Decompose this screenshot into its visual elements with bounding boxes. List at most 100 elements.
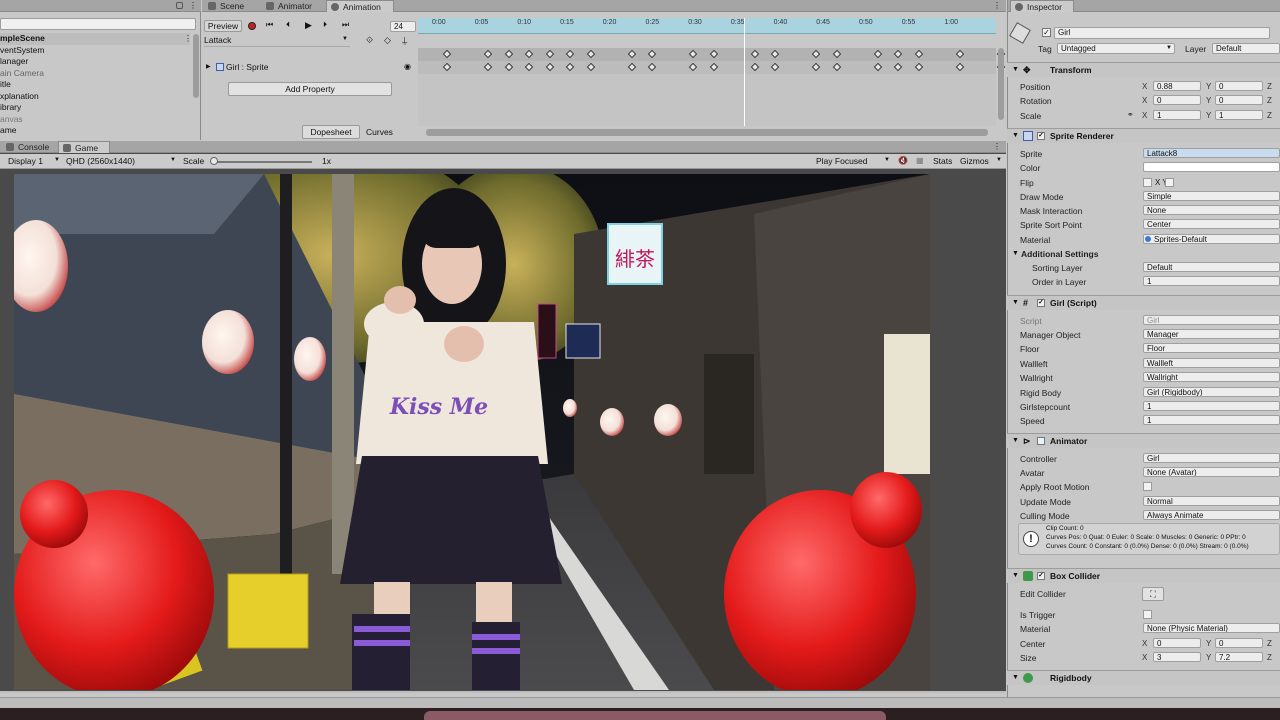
keyframe[interactable] bbox=[873, 49, 882, 59]
sort-point-dropdown[interactable]: Center bbox=[1143, 219, 1280, 229]
size-y-field[interactable]: 7.2 bbox=[1215, 652, 1263, 662]
add-property-button[interactable]: Add Property bbox=[228, 82, 392, 96]
keyframe[interactable] bbox=[770, 49, 780, 59]
keyframe[interactable] bbox=[688, 62, 698, 72]
rigid-body-field[interactable]: Girl (Rigidbody) bbox=[1143, 387, 1280, 397]
frame-field[interactable]: 24 bbox=[390, 21, 416, 32]
sprite-renderer-header[interactable]: ▼ ✓ Sprite Renderer bbox=[1007, 128, 1280, 143]
enabled-checkbox[interactable] bbox=[1037, 437, 1045, 445]
keyframe[interactable] bbox=[586, 62, 595, 72]
edit-collider-button[interactable]: ⛶ bbox=[1142, 587, 1164, 601]
keyframe[interactable] bbox=[709, 62, 718, 72]
hierarchy-item[interactable]: anvas bbox=[0, 114, 190, 126]
play-icon[interactable]: ▶ bbox=[305, 20, 312, 31]
scale-y-field[interactable]: 1 bbox=[1215, 110, 1263, 120]
keyframe[interactable] bbox=[873, 62, 882, 72]
keyframe[interactable] bbox=[504, 62, 513, 72]
add-event-icon[interactable]: ◇ bbox=[384, 35, 391, 46]
keyframe[interactable] bbox=[893, 49, 903, 59]
keyframe[interactable] bbox=[832, 62, 841, 72]
keyframe[interactable] bbox=[524, 62, 534, 72]
collapse-arrow-icon[interactable]: ▼ bbox=[1012, 674, 1019, 681]
keyframe[interactable] bbox=[627, 49, 636, 59]
last-key-icon[interactable]: ⏭ bbox=[342, 20, 349, 30]
rotation-y-field[interactable]: 0 bbox=[1215, 95, 1263, 105]
collapse-arrow-icon[interactable]: ▼ bbox=[1012, 572, 1019, 579]
dopesheet-tab[interactable]: Dopesheet bbox=[302, 125, 360, 139]
keyframe[interactable] bbox=[750, 49, 759, 59]
display-dropdown[interactable]: Display 1 bbox=[8, 156, 43, 166]
keyframe[interactable] bbox=[565, 62, 575, 72]
keyframe[interactable] bbox=[627, 62, 636, 72]
stats-button[interactable]: Stats bbox=[933, 156, 952, 166]
object-name-field[interactable]: Girl bbox=[1054, 27, 1270, 39]
culling-mode-dropdown[interactable]: Always Animate bbox=[1143, 510, 1280, 520]
tab-animation[interactable]: Animation bbox=[326, 0, 394, 12]
timeline-hscrollbar[interactable] bbox=[426, 129, 988, 136]
floor-field[interactable]: Floor bbox=[1143, 343, 1280, 353]
apply-root-motion-checkbox[interactable] bbox=[1143, 482, 1152, 491]
link-icon[interactable]: ⚭ bbox=[1127, 110, 1134, 119]
play-mode-dropdown[interactable]: Play Focused bbox=[816, 156, 868, 166]
keyframe[interactable] bbox=[811, 49, 821, 59]
tab-inspector[interactable]: Inspector bbox=[1010, 0, 1074, 12]
gizmos-button[interactable]: Gizmos bbox=[960, 156, 989, 166]
shortcut-icon[interactable]: ▦ bbox=[916, 156, 924, 165]
keyframe[interactable] bbox=[545, 49, 554, 59]
tab-console[interactable]: Console bbox=[2, 141, 53, 153]
keyframe[interactable] bbox=[709, 49, 718, 59]
lock-icon[interactable] bbox=[176, 2, 183, 9]
keyframe[interactable] bbox=[914, 62, 923, 72]
girlstepcount-field[interactable]: 1 bbox=[1143, 401, 1280, 411]
flip-x-checkbox[interactable] bbox=[1143, 178, 1152, 187]
hierarchy-item[interactable]: xplanation bbox=[0, 91, 190, 103]
menu-icon[interactable]: ⋮ bbox=[184, 34, 192, 43]
material-field[interactable]: Sprites-Default bbox=[1143, 234, 1280, 244]
order-in-layer-field[interactable]: 1 bbox=[1143, 276, 1280, 286]
color-field[interactable] bbox=[1143, 162, 1280, 172]
property-row[interactable]: ▶ Girl : Sprite ◉ bbox=[204, 61, 416, 74]
center-y-field[interactable]: 0 bbox=[1215, 638, 1263, 648]
menu-icon[interactable]: ⋮ bbox=[189, 1, 197, 10]
collapse-arrow-icon[interactable]: ▼ bbox=[1012, 437, 1019, 444]
expand-arrow-icon[interactable]: ▶ bbox=[206, 63, 211, 70]
hierarchy-item[interactable]: itle bbox=[0, 79, 190, 91]
preview-button[interactable]: Preview bbox=[204, 20, 242, 32]
manager-object-field[interactable]: Manager bbox=[1143, 329, 1280, 339]
rotation-x-field[interactable]: 0 bbox=[1153, 95, 1201, 105]
hierarchy-item[interactable]: lanager bbox=[0, 56, 190, 68]
girl-script-header[interactable]: ▼ # ✓ Girl (Script) bbox=[1007, 295, 1280, 310]
game-render[interactable]: 緋茶 Kiss Me bbox=[14, 174, 930, 690]
hierarchy-item[interactable]: ventSystem bbox=[0, 45, 190, 57]
avatar-field[interactable]: None (Avatar) bbox=[1143, 467, 1280, 477]
keyframe[interactable] bbox=[442, 49, 452, 59]
keyframe[interactable] bbox=[914, 49, 923, 59]
hierarchy-item[interactable]: ame bbox=[0, 125, 190, 137]
hierarchy-item[interactable]: mpleScene bbox=[0, 33, 190, 45]
next-key-icon[interactable]: ⏵ bbox=[323, 20, 327, 30]
scale-x-field[interactable]: 1 bbox=[1153, 110, 1201, 120]
tab-scene[interactable]: Scene bbox=[204, 0, 248, 12]
record-icon[interactable] bbox=[248, 22, 256, 30]
keyframe[interactable] bbox=[811, 62, 821, 72]
layer-dropdown[interactable]: Default bbox=[1212, 43, 1280, 54]
first-key-icon[interactable]: ⏮ bbox=[266, 20, 273, 30]
clip-dropdown[interactable]: Lattack ▼ bbox=[204, 35, 350, 47]
scale-slider-thumb[interactable] bbox=[210, 157, 218, 165]
sprite-field[interactable]: Lattack8 bbox=[1143, 148, 1280, 158]
scale-slider-track[interactable] bbox=[212, 161, 312, 163]
filter-icon[interactable]: ⍊ bbox=[402, 35, 407, 46]
resolution-dropdown[interactable]: QHD (2560x1440) bbox=[66, 156, 135, 166]
flip-y-checkbox[interactable] bbox=[1165, 178, 1174, 187]
controller-field[interactable]: Girl bbox=[1143, 453, 1280, 463]
keyframe[interactable] bbox=[586, 49, 595, 59]
sorting-layer-dropdown[interactable]: Default bbox=[1143, 262, 1280, 272]
speed-field[interactable]: 1 bbox=[1143, 415, 1280, 425]
hierarchy-search[interactable] bbox=[0, 18, 196, 30]
hierarchy-item[interactable]: ibrary bbox=[0, 102, 190, 114]
keyframe[interactable] bbox=[442, 62, 452, 72]
menu-icon[interactable]: ⋮ bbox=[993, 142, 1001, 151]
keyframe[interactable] bbox=[565, 49, 575, 59]
keyframe[interactable] bbox=[524, 49, 534, 59]
keyframe[interactable] bbox=[504, 49, 513, 59]
